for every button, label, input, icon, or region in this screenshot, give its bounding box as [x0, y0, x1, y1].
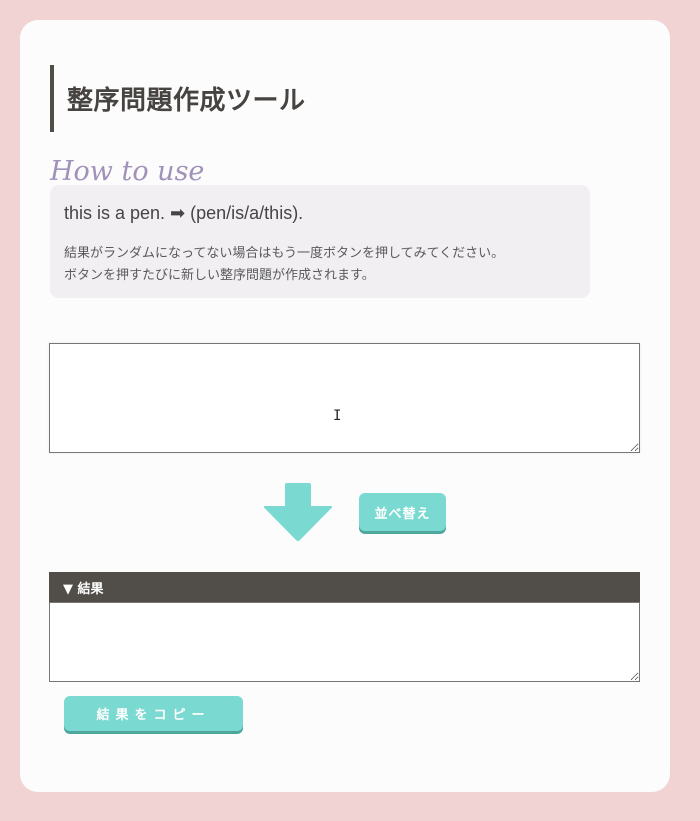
result-header: ▼ 結果	[49, 572, 640, 602]
usage-example: this is a pen. ➡ (pen/is/a/this).	[64, 203, 304, 223]
page-title: 整序問題作成ツール	[67, 86, 306, 116]
main-card: 整序問題作成ツール How to use this is a pen. ➡ (p…	[20, 20, 670, 792]
arrow-down-icon	[263, 483, 333, 541]
copy-result-button[interactable]: 結果をコピー	[64, 696, 243, 731]
usage-note-1: 結果がランダムになってない場合はもう一度ボタンを押してみてください。	[64, 246, 505, 261]
sort-button[interactable]: 並べ替え	[359, 493, 446, 531]
how-to-box: this is a pen. ➡ (pen/is/a/this). 結果がランダ…	[50, 185, 590, 298]
result-output[interactable]	[49, 602, 640, 682]
how-to-heading: How to use	[50, 156, 205, 187]
usage-note-2: ボタンを押すたびに新しい整序問題が作成されます。	[64, 268, 375, 283]
sentence-input[interactable]	[49, 343, 640, 453]
page-title-block: 整序問題作成ツール	[50, 65, 306, 132]
